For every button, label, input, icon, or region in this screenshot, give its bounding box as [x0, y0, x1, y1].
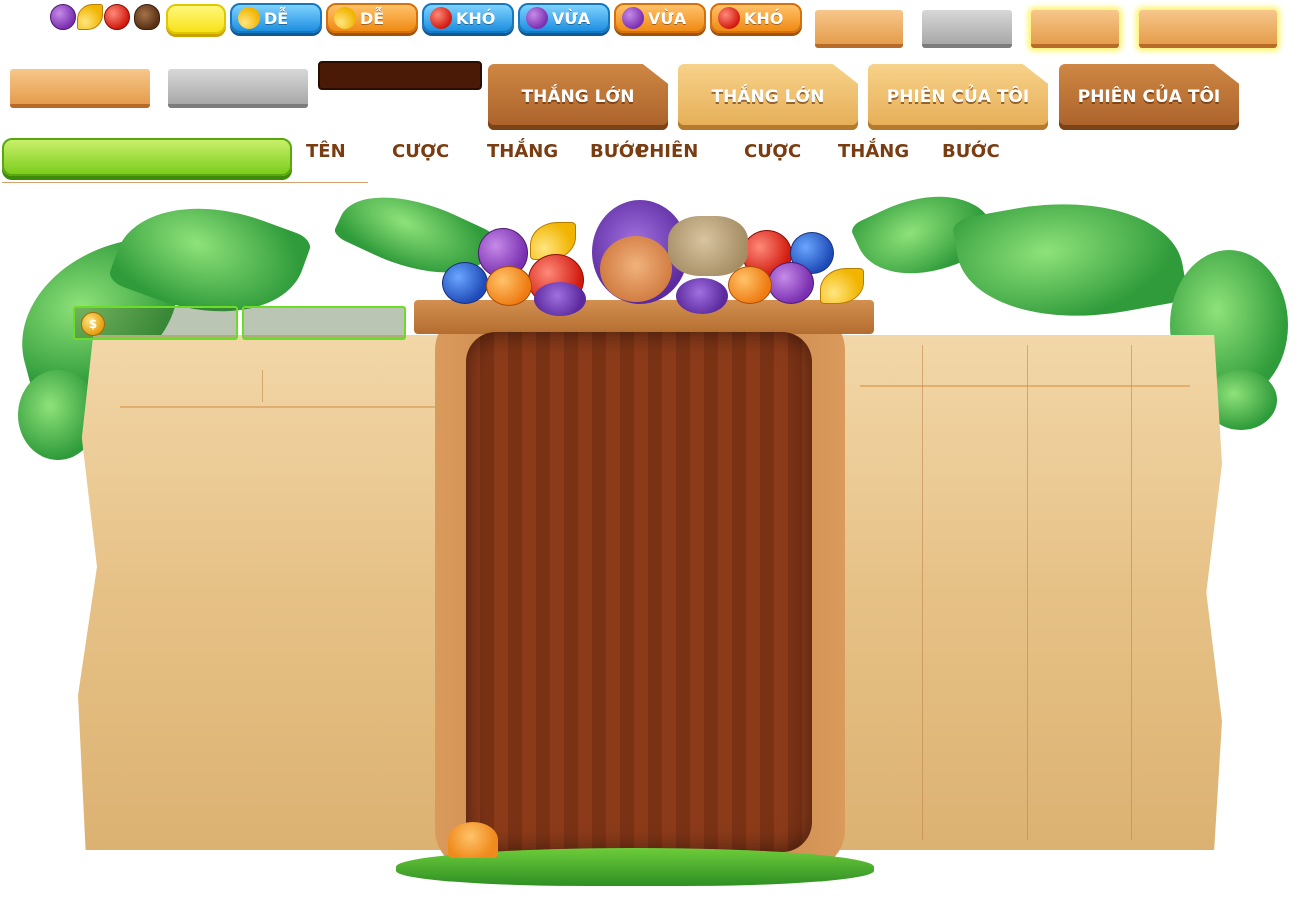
tab-big-win[interactable]: THẮNG LỚN [678, 64, 858, 130]
orange-button[interactable] [815, 10, 903, 48]
row-divider [860, 385, 1190, 387]
header-step: BƯỚC [942, 141, 1000, 162]
wooden-beam [414, 300, 874, 334]
green-progress-bar [2, 138, 292, 176]
row-divider [120, 406, 450, 408]
header-name: TÊN [306, 141, 346, 162]
difficulty-label: VỪA [552, 8, 591, 28]
tab-label: PHIÊN CỦA TÔI [886, 87, 1030, 107]
highlighted-orange-button[interactable] [1031, 10, 1119, 48]
difficulty-hard-button-orange[interactable]: KHÓ [710, 3, 802, 33]
difficulty-easy-button-orange[interactable]: DỄ [326, 3, 418, 33]
orange-icon [486, 266, 532, 306]
column-divider [1131, 345, 1132, 840]
difficulty-label: DỄ [264, 8, 289, 28]
left-paper-panel [78, 335, 458, 850]
header-bet: CƯỢC [744, 141, 802, 162]
tab-label: PHIÊN CỦA TÔI [1077, 87, 1221, 107]
grey-wide-button[interactable] [168, 69, 308, 108]
grape-icon [768, 262, 814, 304]
balance-display: $ [73, 306, 238, 340]
header-bet: CƯỢC [392, 141, 450, 162]
coin-symbol: $ [88, 317, 98, 331]
sack-icon [668, 216, 748, 276]
coin-icon: $ [81, 312, 105, 336]
difficulty-hard-button-blue[interactable]: KHÓ [422, 3, 514, 33]
difficulty-label: KHÓ [744, 8, 784, 28]
header-session: PHIÊN [636, 141, 699, 162]
gorilla-hand [676, 278, 728, 314]
column-divider [922, 345, 923, 840]
difficulty-medium-button-orange[interactable]: VỪA [614, 3, 706, 33]
header-win: THẮNG [838, 141, 910, 162]
gorilla-hand [534, 282, 586, 316]
tab-label: THẮNG LỚN [521, 87, 635, 107]
difficulty-easy-button-blue[interactable]: DỄ [230, 3, 322, 33]
grape-icon [526, 7, 548, 29]
mushroom-icon [448, 822, 498, 858]
yellow-pill-button[interactable] [166, 4, 226, 34]
column-divider [262, 370, 263, 402]
apple-icon [430, 7, 452, 29]
difficulty-label: DỄ [360, 8, 385, 28]
banana-icon [334, 7, 356, 29]
apple-icon [718, 7, 740, 29]
header-win: THẮNG [487, 141, 559, 162]
banana-icon [820, 268, 864, 304]
column-divider [1027, 345, 1028, 840]
tab-my-session-active[interactable]: PHIÊN CỦA TÔI [1059, 64, 1239, 130]
right-paper-panel [830, 335, 1222, 850]
leaf-decoration [951, 181, 1189, 339]
banana-icon [77, 4, 103, 30]
orange-wide-button[interactable] [10, 69, 150, 108]
tab-big-win-active[interactable]: THẮNG LỚN [488, 64, 668, 130]
difficulty-medium-button-blue[interactable]: VỪA [518, 3, 610, 33]
orange-icon [728, 266, 772, 304]
game-grid-area[interactable] [466, 332, 812, 852]
tab-my-session[interactable]: PHIÊN CỦA TÔI [868, 64, 1048, 130]
poop-icon [134, 4, 160, 30]
dark-input-field[interactable] [318, 61, 482, 90]
difficulty-label: KHÓ [456, 8, 496, 28]
apple-icon [104, 4, 130, 30]
bet-display [242, 306, 406, 340]
highlighted-wide-orange-button[interactable] [1139, 10, 1277, 48]
grey-button[interactable] [922, 10, 1012, 48]
divider [2, 182, 368, 183]
grape-icon [50, 4, 76, 30]
difficulty-label: VỪA [648, 8, 687, 28]
grape-icon [622, 7, 644, 29]
gorilla-face [600, 236, 672, 302]
blueberry-icon [442, 262, 488, 304]
banana-icon [238, 7, 260, 29]
tab-label: THẮNG LỚN [711, 87, 825, 107]
